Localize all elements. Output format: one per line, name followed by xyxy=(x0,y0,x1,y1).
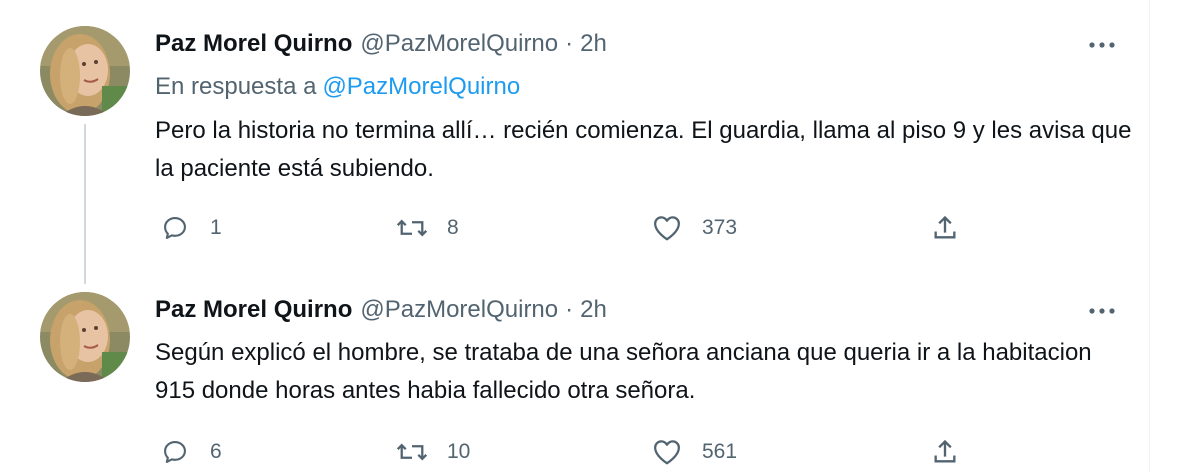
author-name[interactable]: Paz Morel Quirno xyxy=(155,30,352,58)
reply-count: 6 xyxy=(210,440,222,463)
share-icon xyxy=(928,435,962,469)
tweet-actions: 1 8 373 xyxy=(150,208,980,248)
author-handle[interactable]: @PazMorelQuirno xyxy=(360,30,558,58)
retweet-button[interactable]: 8 xyxy=(395,208,459,248)
more-icon[interactable] xyxy=(1082,296,1122,326)
share-icon xyxy=(928,211,962,245)
reply-context: En respuesta a @PazMorelQuirno xyxy=(155,73,520,101)
retweet-count: 10 xyxy=(447,440,471,463)
reply-prefix: En respuesta a xyxy=(155,73,317,100)
reply-mention-link[interactable]: @PazMorelQuirno xyxy=(322,73,520,100)
author-handle[interactable]: @PazMorelQuirno xyxy=(360,296,558,324)
reply-button[interactable]: 1 xyxy=(158,208,222,248)
avatar[interactable] xyxy=(40,26,130,116)
timeline-column: Paz Morel Quirno @PazMorelQuirno · 2h En… xyxy=(0,0,1150,472)
reply-count: 1 xyxy=(210,216,222,239)
tweet-header: Paz Morel Quirno @PazMorelQuirno · 2h xyxy=(155,296,607,324)
separator-dot: · xyxy=(565,296,574,323)
like-count: 373 xyxy=(702,216,738,239)
tweet[interactable]: Paz Morel Quirno @PazMorelQuirno · 2h En… xyxy=(0,0,1150,270)
like-button[interactable]: 561 xyxy=(650,432,737,472)
timestamp[interactable]: 2h xyxy=(580,296,607,324)
reply-button[interactable]: 6 xyxy=(158,432,222,472)
retweet-icon xyxy=(395,211,429,245)
author-name[interactable]: Paz Morel Quirno xyxy=(155,296,352,324)
reply-icon xyxy=(158,211,192,245)
more-icon[interactable] xyxy=(1082,30,1122,60)
retweet-count: 8 xyxy=(447,216,459,239)
tweet-header: Paz Morel Quirno @PazMorelQuirno · 2h xyxy=(155,30,607,58)
retweet-icon xyxy=(395,435,429,469)
like-icon xyxy=(650,435,684,469)
retweet-button[interactable]: 10 xyxy=(395,432,470,472)
reply-icon xyxy=(158,435,192,469)
like-icon xyxy=(650,211,684,245)
share-button[interactable] xyxy=(928,432,962,472)
like-button[interactable]: 373 xyxy=(650,208,737,248)
tweet[interactable]: Paz Morel Quirno @PazMorelQuirno · 2h Se… xyxy=(0,270,1150,472)
avatar[interactable] xyxy=(40,292,130,382)
separator-dot: · xyxy=(565,30,574,57)
like-count: 561 xyxy=(702,440,738,463)
timestamp[interactable]: 2h xyxy=(580,30,607,58)
tweet-text: Según explicó el hombre, se trataba de u… xyxy=(155,339,1092,404)
tweet-text: Pero la historia no termina allí… recién… xyxy=(155,117,1132,182)
tweet-actions: 6 10 561 xyxy=(150,432,980,472)
share-button[interactable] xyxy=(928,208,962,248)
